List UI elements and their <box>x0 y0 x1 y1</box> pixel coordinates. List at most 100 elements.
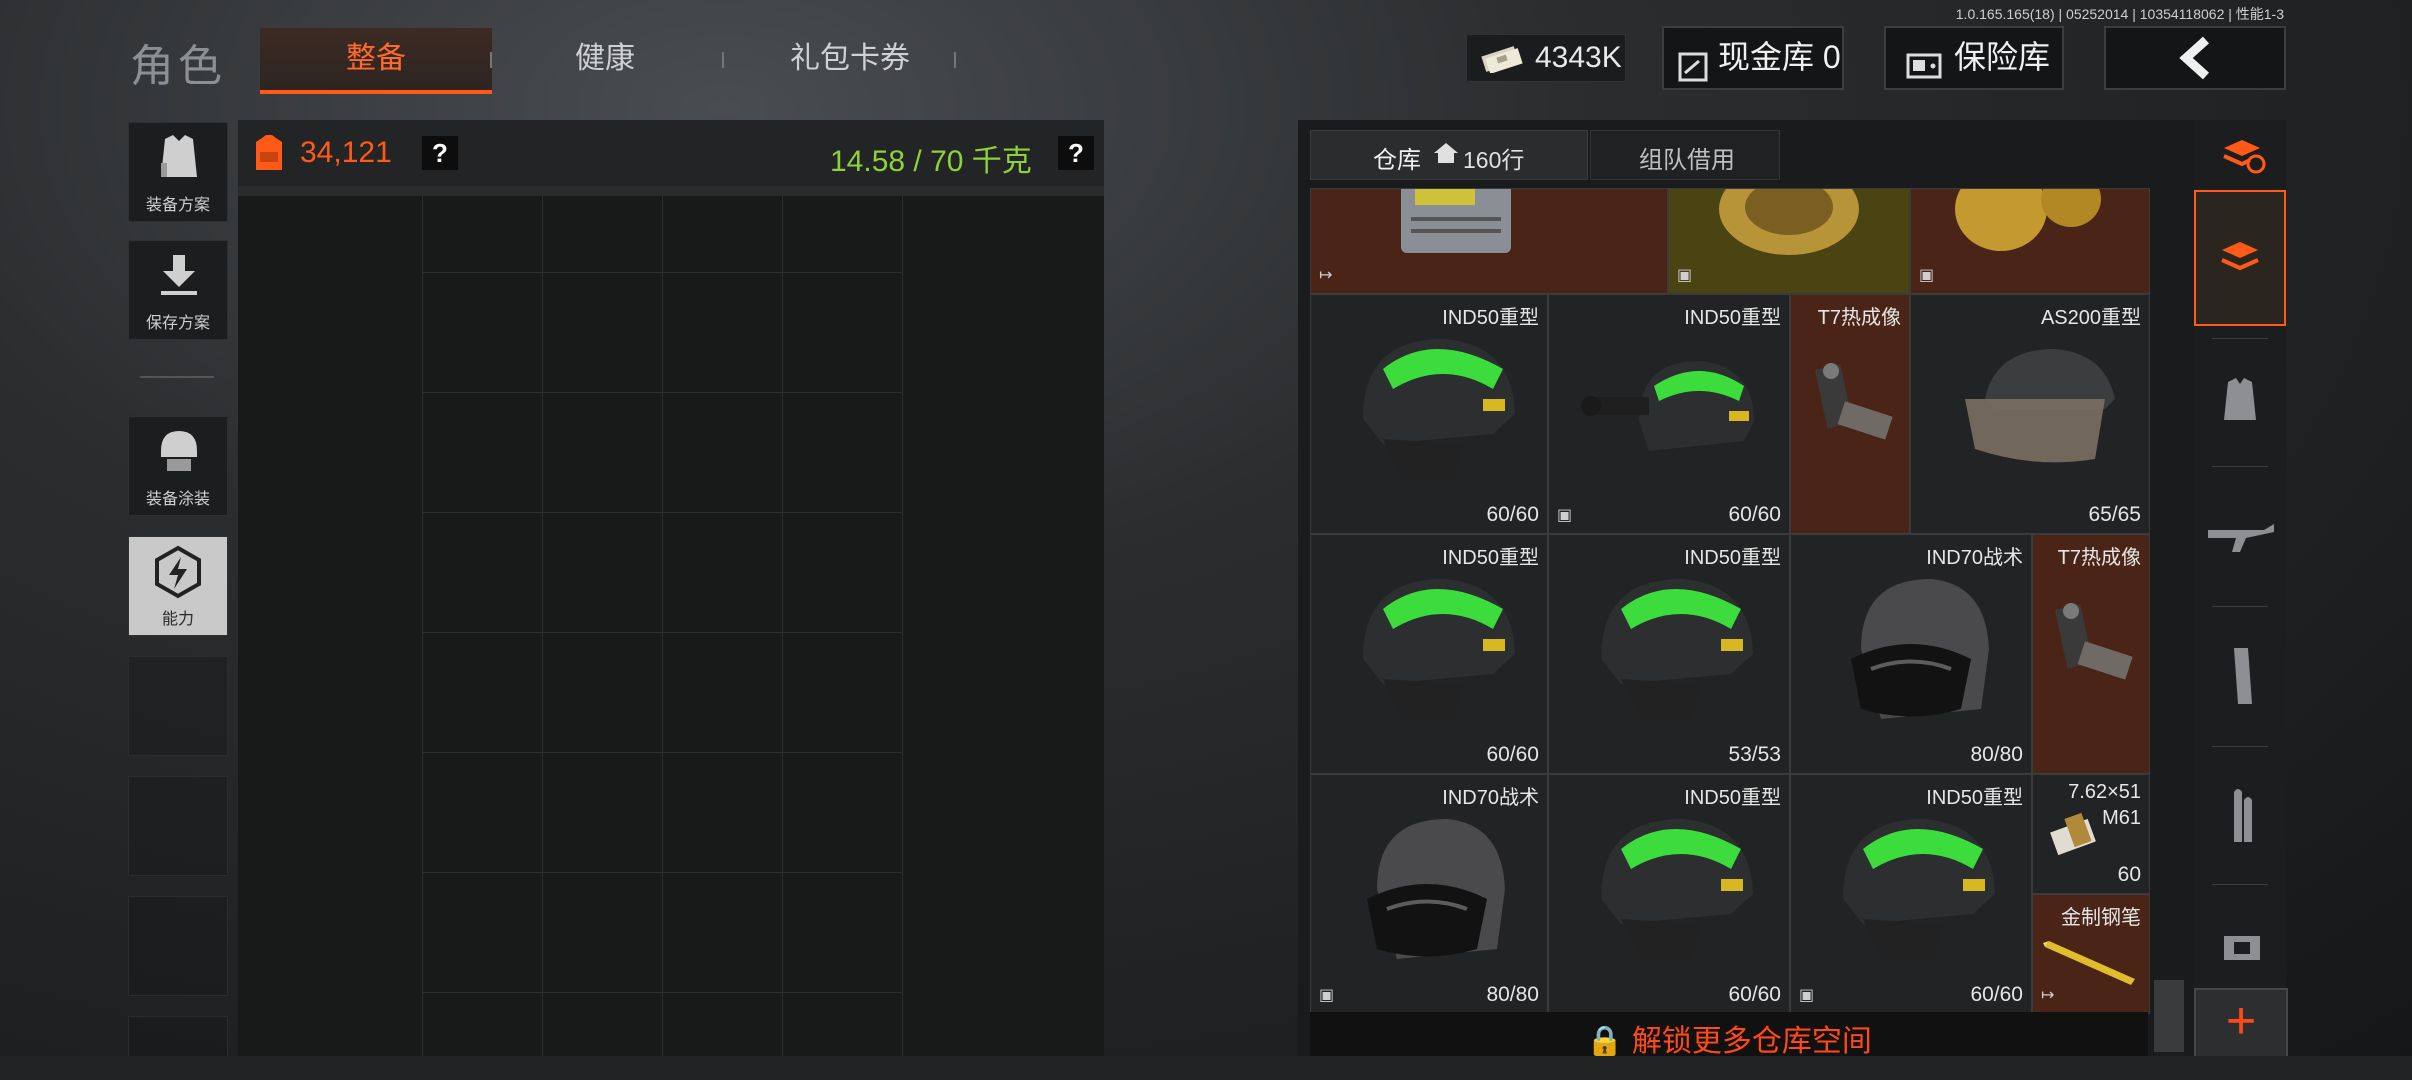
safe-button[interactable]: 保险库 <box>1884 26 2064 90</box>
sidebar-item-label: 保存方案 <box>145 315 210 332</box>
bottom-bar <box>0 1056 2412 1080</box>
chevron-left-icon <box>2176 36 2216 98</box>
warehouse-item-cell[interactable]: T7热成像 <box>1790 294 1910 534</box>
empty-slot <box>128 896 228 996</box>
empty-slot <box>128 656 228 756</box>
ability-hex-icon <box>153 545 203 604</box>
sidebar-item-label: 装备方案 <box>145 197 210 214</box>
empty-slot <box>128 1016 228 1058</box>
cash-stack-icon <box>1479 43 1525 78</box>
tab-equipment[interactable]: 整备 <box>260 28 492 94</box>
category-gear-button[interactable] <box>2194 896 2286 982</box>
item-durability: 60/60 <box>1728 983 1781 1006</box>
safe-label: 保险库 <box>1954 39 2051 75</box>
tab-divider <box>490 52 492 68</box>
back-button[interactable] <box>2104 26 2286 90</box>
item-name: IND70战术 <box>1442 787 1539 809</box>
warehouse-item-cell[interactable]: AS200重型 65/65 <box>1910 294 2150 534</box>
warehouse-item-cell[interactable]: ↦ 金制钢笔 <box>2032 894 2150 1014</box>
item-durability: 60/60 <box>1486 503 1539 526</box>
unlock-label: 解锁更多仓库空间 <box>1631 1025 1872 1058</box>
category-sort-button[interactable] <box>2194 126 2286 186</box>
tab-health[interactable]: 健康 <box>520 28 690 90</box>
warehouse-item-cell[interactable]: ▣ <box>1910 188 2150 294</box>
ability-button[interactable]: 能力 <box>128 536 228 636</box>
tab-warehouse[interactable]: 仓库 160行 <box>1310 130 1588 180</box>
warehouse-item-cell[interactable]: ▣ IND50重型 60/60 <box>1790 774 2032 1014</box>
warehouse-item-cell[interactable]: IND50重型 60/60 <box>1310 534 1548 774</box>
warehouse-item-cell[interactable]: ↦ <box>1310 188 1668 294</box>
item-name: IND50重型 <box>1684 547 1781 569</box>
warehouse-item-cell[interactable]: ▣ <box>1668 188 1910 294</box>
warehouse-item-cell[interactable]: ▣ IND50重型 60/60 <box>1548 294 1790 534</box>
item-durability: 60/60 <box>1728 503 1781 526</box>
helmet-nvg-icon <box>1569 341 1769 486</box>
tab-warehouse-label: 仓库 <box>1373 147 1421 174</box>
cash-vault-label: 现金库 0 <box>1718 39 1841 75</box>
warehouse-item-cell[interactable]: 7.62×51 M61 60 <box>2032 774 2150 894</box>
box-icon: ▣ <box>1557 507 1573 524</box>
inventory-value: 34,121 <box>300 136 392 169</box>
inventory-header: 34,121 ? 14.58 / 70 千克 ? <box>238 120 1104 186</box>
grid-line <box>422 272 902 273</box>
magazine-icon <box>2226 646 2256 711</box>
lock-icon: 🔒 <box>1586 1025 1624 1058</box>
cash-vault-button[interactable]: 现金库 0 <box>1662 26 1844 90</box>
category-weapon-button[interactable] <box>2194 476 2286 596</box>
add-category-button[interactable]: + <box>2194 988 2288 1058</box>
warehouse-item-cell[interactable]: IND50重型 53/53 <box>1548 534 1790 774</box>
grid-line <box>422 992 902 993</box>
category-all-button[interactable] <box>2194 190 2286 326</box>
tab-team-borrow[interactable]: 组队借用 <box>1590 130 1780 180</box>
inventory-grid[interactable] <box>238 196 1104 1056</box>
save-plan-button[interactable]: 保存方案 <box>128 240 228 340</box>
equipment-paint-button[interactable]: 装备涂装 <box>128 416 228 516</box>
equipment-plan-button[interactable]: 装备方案 <box>128 122 228 222</box>
unlock-warehouse-button[interactable]: 🔒 解锁更多仓库空间 <box>1310 1012 2148 1060</box>
grid-line <box>422 872 902 873</box>
grid-line <box>422 632 902 633</box>
item-count: 60 <box>2117 863 2141 886</box>
tab-gift-coupons[interactable]: 礼包卡券 <box>740 28 960 90</box>
grid-line <box>422 392 902 393</box>
helmet-green-icon <box>1343 319 1523 504</box>
warehouse-item-cell[interactable]: ▣ IND70战术 80/80 <box>1310 774 1548 1014</box>
helmet-green-icon <box>1343 559 1523 744</box>
category-separator <box>2212 746 2268 747</box>
item-durability: 65/65 <box>2088 503 2141 526</box>
helmet-green-icon <box>1581 559 1761 744</box>
ammo-icon <box>2224 786 2258 851</box>
item-name: IND50重型 <box>1442 547 1539 569</box>
gold-statue-icon <box>1941 189 2121 264</box>
category-ammo-button[interactable] <box>2194 756 2286 876</box>
helmet-paint-icon <box>155 427 203 480</box>
warehouse-item-cell[interactable]: T7热成像 <box>2032 534 2150 774</box>
version-text: 1.0.165.165(18) | 05252014 | 10354118062… <box>1955 6 2284 22</box>
weight-help-button[interactable]: ? <box>1058 136 1094 170</box>
download-icon <box>159 253 199 302</box>
sidebar-item-label: 能力 <box>161 611 194 628</box>
item-name: IND50重型 <box>1684 307 1781 329</box>
helmet-visor-icon <box>1945 339 2125 484</box>
sidebar-item-label: 装备涂装 <box>145 491 210 508</box>
warehouse-item-cell[interactable]: IND50重型 60/60 <box>1548 774 1790 1014</box>
category-magazine-button[interactable] <box>2194 616 2286 736</box>
category-separator <box>2212 338 2268 339</box>
warehouse-item-cell[interactable]: IND70战术 80/80 <box>1790 534 2032 774</box>
stack-refresh-icon <box>2220 136 2266 181</box>
grid-line <box>422 196 423 1056</box>
gold-pen-icon <box>2043 931 2143 996</box>
warehouse-scrollbar[interactable] <box>2154 980 2184 1052</box>
item-name: IND70战术 <box>1926 547 2023 569</box>
item-durability: 80/80 <box>1970 743 2023 766</box>
category-separator <box>2212 606 2268 607</box>
value-help-button[interactable]: ? <box>422 136 458 170</box>
category-armor-button[interactable] <box>2194 344 2286 464</box>
exit-icon: ↦ <box>1319 267 1333 284</box>
warehouse-item-cell[interactable]: IND50重型 60/60 <box>1310 294 1548 534</box>
grid-line <box>662 196 663 1056</box>
item-name: 7.62×51 <box>2068 781 2141 803</box>
helmet-green-icon <box>1581 799 1761 984</box>
armor-vest-icon <box>2220 376 2260 429</box>
empty-slot <box>128 776 228 876</box>
